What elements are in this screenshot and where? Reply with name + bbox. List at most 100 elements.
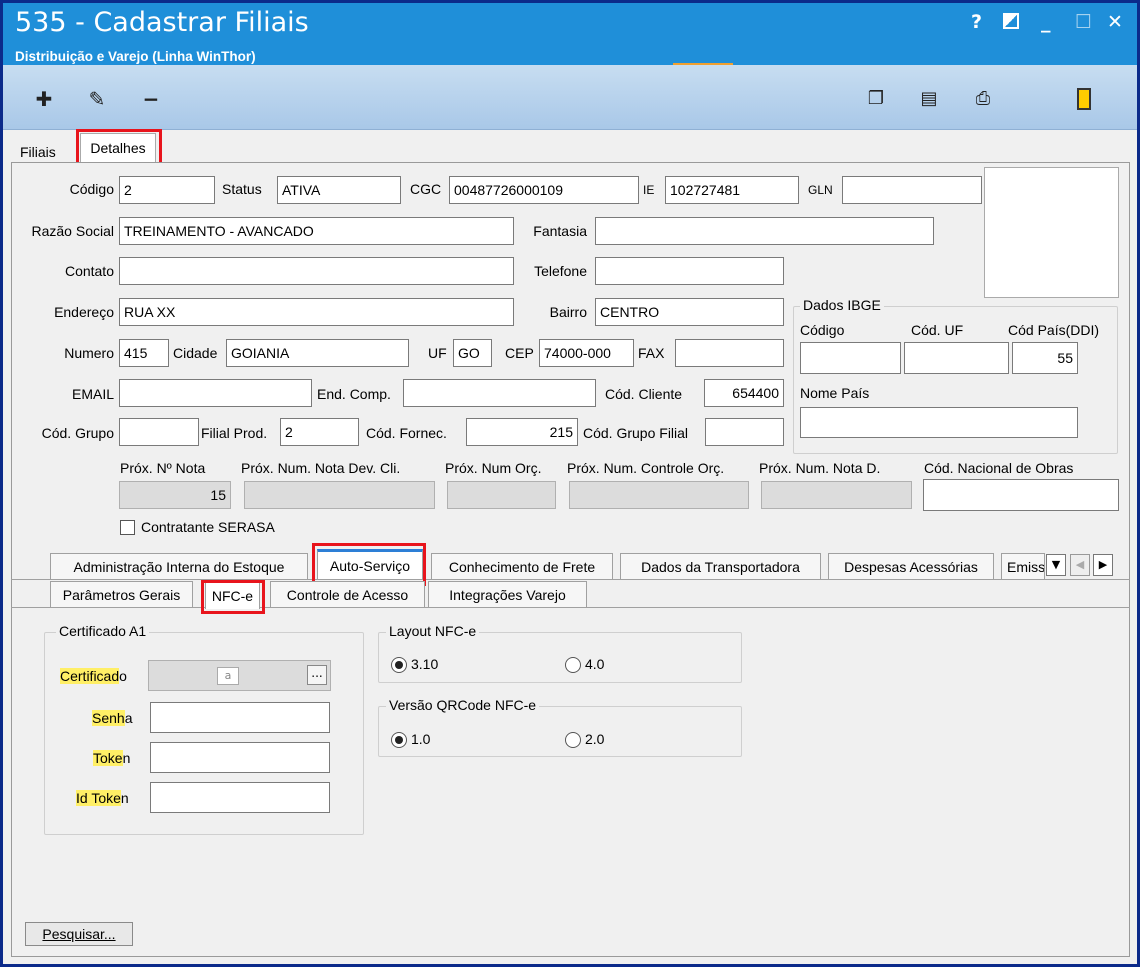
- add-icon[interactable]: ✚: [33, 88, 55, 110]
- codobras-field[interactable]: [923, 479, 1119, 511]
- layout-radio-40[interactable]: [565, 657, 581, 673]
- proxdev-label: Próx. Num. Nota Dev. Cli.: [241, 460, 401, 476]
- proxdev-field[interactable]: [244, 481, 435, 509]
- ibge-codpais-label: Cód País(DDI): [1008, 322, 1100, 338]
- uf-field[interactable]: GO: [453, 339, 492, 367]
- logo-image-box[interactable]: [984, 167, 1119, 298]
- browse-button[interactable]: ...: [307, 665, 327, 685]
- proxnota-label: Próx. Nº Nota: [120, 460, 206, 476]
- bairro-field[interactable]: CENTRO: [595, 298, 784, 326]
- status-field[interactable]: ATIVA: [277, 176, 401, 204]
- layout-nfce-title: Layout NFC-e: [386, 623, 480, 639]
- report-icon[interactable]: ▤: [918, 88, 940, 110]
- tab-conhecimento-frete[interactable]: Conhecimento de Frete: [431, 553, 613, 579]
- senha-label: Senha: [92, 710, 133, 726]
- endcomp-field[interactable]: [403, 379, 596, 407]
- email-field[interactable]: [119, 379, 312, 407]
- filialprod-label: Filial Prod.: [201, 425, 268, 441]
- endereco-field[interactable]: RUA XX: [119, 298, 514, 326]
- toolbar: ✚ ✎ − ❐ ▤ ⎙: [3, 65, 1137, 130]
- layout-option-310: 3.10: [411, 656, 439, 672]
- tab-dados-transportadora[interactable]: Dados da Transportadora: [620, 553, 821, 579]
- ie-field[interactable]: 102727481: [665, 176, 799, 204]
- codfornec-field[interactable]: 215: [466, 418, 578, 446]
- fantasia-field[interactable]: [595, 217, 934, 245]
- tab-parametros-gerais[interactable]: Parâmetros Gerais: [50, 581, 193, 607]
- certificado-label: Certificado: [60, 668, 127, 684]
- window-subtitle: Distribuição e Varejo (Linha WinThor): [15, 49, 256, 64]
- ibge-title: Dados IBGE: [800, 297, 884, 313]
- close-button[interactable]: ✕: [1107, 11, 1123, 33]
- proxorc-field[interactable]: [447, 481, 556, 509]
- fax-label: FAX: [638, 345, 665, 361]
- fax-field[interactable]: [675, 339, 784, 367]
- telefone-field[interactable]: [595, 257, 784, 285]
- proxnota-field[interactable]: 15: [119, 481, 231, 509]
- help-button[interactable]: ?: [971, 11, 982, 33]
- bairro-label: Bairro: [549, 304, 587, 320]
- email-label: EMAIL: [71, 386, 114, 402]
- minimize-button[interactable]: _: [1041, 11, 1051, 33]
- codcliente-label: Cód. Cliente: [605, 386, 683, 402]
- codgrupofilial-field[interactable]: [705, 418, 784, 446]
- pesquisar-button[interactable]: Pesquisar...: [25, 922, 133, 946]
- ibge-codigo-label: Código: [800, 322, 845, 338]
- restore-icon[interactable]: [1003, 13, 1019, 29]
- copy-icon[interactable]: ❐: [865, 88, 887, 110]
- ibge-coduf-field[interactable]: [904, 342, 1009, 374]
- senha-field[interactable]: [150, 702, 330, 733]
- codgrupo-field[interactable]: [119, 418, 199, 446]
- nomepais-field[interactable]: [800, 407, 1078, 438]
- tab-despesas-acessorias[interactable]: Despesas Acessórias: [828, 553, 994, 579]
- telefone-label: Telefone: [534, 263, 587, 279]
- layout-radio-310[interactable]: [391, 657, 407, 673]
- numero-field[interactable]: 415: [119, 339, 169, 367]
- uf-label: UF: [428, 345, 447, 361]
- serasa-checkbox[interactable]: [120, 520, 135, 535]
- tab-controle-acesso[interactable]: Controle de Acesso: [270, 581, 425, 607]
- edit-icon[interactable]: ✎: [86, 88, 108, 110]
- codobras-label: Cód. Nacional de Obras: [924, 460, 1074, 476]
- remove-icon[interactable]: −: [140, 88, 162, 110]
- print-icon[interactable]: ⎙: [972, 88, 994, 110]
- proxnotad-field[interactable]: [761, 481, 912, 509]
- codcliente-field[interactable]: 654400: [704, 379, 784, 407]
- exit-icon[interactable]: [1077, 88, 1091, 110]
- idtoken-field[interactable]: [150, 782, 330, 813]
- highlight-box-auto-servico: [312, 543, 426, 586]
- gln-field[interactable]: [842, 176, 982, 204]
- qrcode-radio-10[interactable]: [391, 732, 407, 748]
- razao-field[interactable]: TREINAMENTO - AVANCADO: [119, 217, 514, 245]
- codgrupo-label: Cód. Grupo: [41, 425, 114, 441]
- tab-scroll-right-icon[interactable]: ▶: [1093, 554, 1113, 576]
- filialprod-field[interactable]: 2: [280, 418, 359, 446]
- status-label: Status: [222, 181, 262, 197]
- maximize-button[interactable]: ☐: [1075, 11, 1092, 33]
- qrcode-radio-20[interactable]: [565, 732, 581, 748]
- file-icon: a: [217, 667, 239, 685]
- proxctrl-field[interactable]: [569, 481, 749, 509]
- tab-integracoes-varejo[interactable]: Integrações Varejo: [428, 581, 587, 607]
- tab-administracao-estoque[interactable]: Administração Interna do Estoque: [50, 553, 308, 579]
- window-title: 535 - Cadastrar Filiais: [15, 7, 309, 38]
- codfornec-label: Cód. Fornec.: [366, 425, 447, 441]
- contato-field[interactable]: [119, 257, 514, 285]
- ibge-codpais-field[interactable]: 55: [1012, 342, 1078, 374]
- ibge-codigo-field[interactable]: [800, 342, 901, 374]
- tab-dropdown-icon[interactable]: ▼: [1046, 554, 1066, 576]
- codigo-field[interactable]: 2: [119, 176, 215, 204]
- codigo-label: Código: [69, 181, 114, 197]
- tab-scroll-left-icon[interactable]: ◀: [1070, 554, 1090, 576]
- serasa-label: Contratante SERASA: [141, 519, 275, 535]
- endcomp-label: End. Comp.: [317, 386, 391, 402]
- cidade-field[interactable]: GOIANIA: [226, 339, 409, 367]
- cgc-field[interactable]: 00487726000109: [449, 176, 639, 204]
- tab-emissao[interactable]: Emiss: [1001, 553, 1045, 579]
- nomepais-label: Nome País: [800, 385, 870, 401]
- cep-field[interactable]: 74000-000: [539, 339, 634, 367]
- token-field[interactable]: [150, 742, 330, 773]
- cidade-label: Cidade: [173, 345, 218, 361]
- certificado-field[interactable]: a ...: [148, 660, 331, 691]
- title-bar: 535 - Cadastrar Filiais Distribuição e V…: [3, 3, 1137, 65]
- codgrupofilial-label: Cód. Grupo Filial: [583, 425, 689, 441]
